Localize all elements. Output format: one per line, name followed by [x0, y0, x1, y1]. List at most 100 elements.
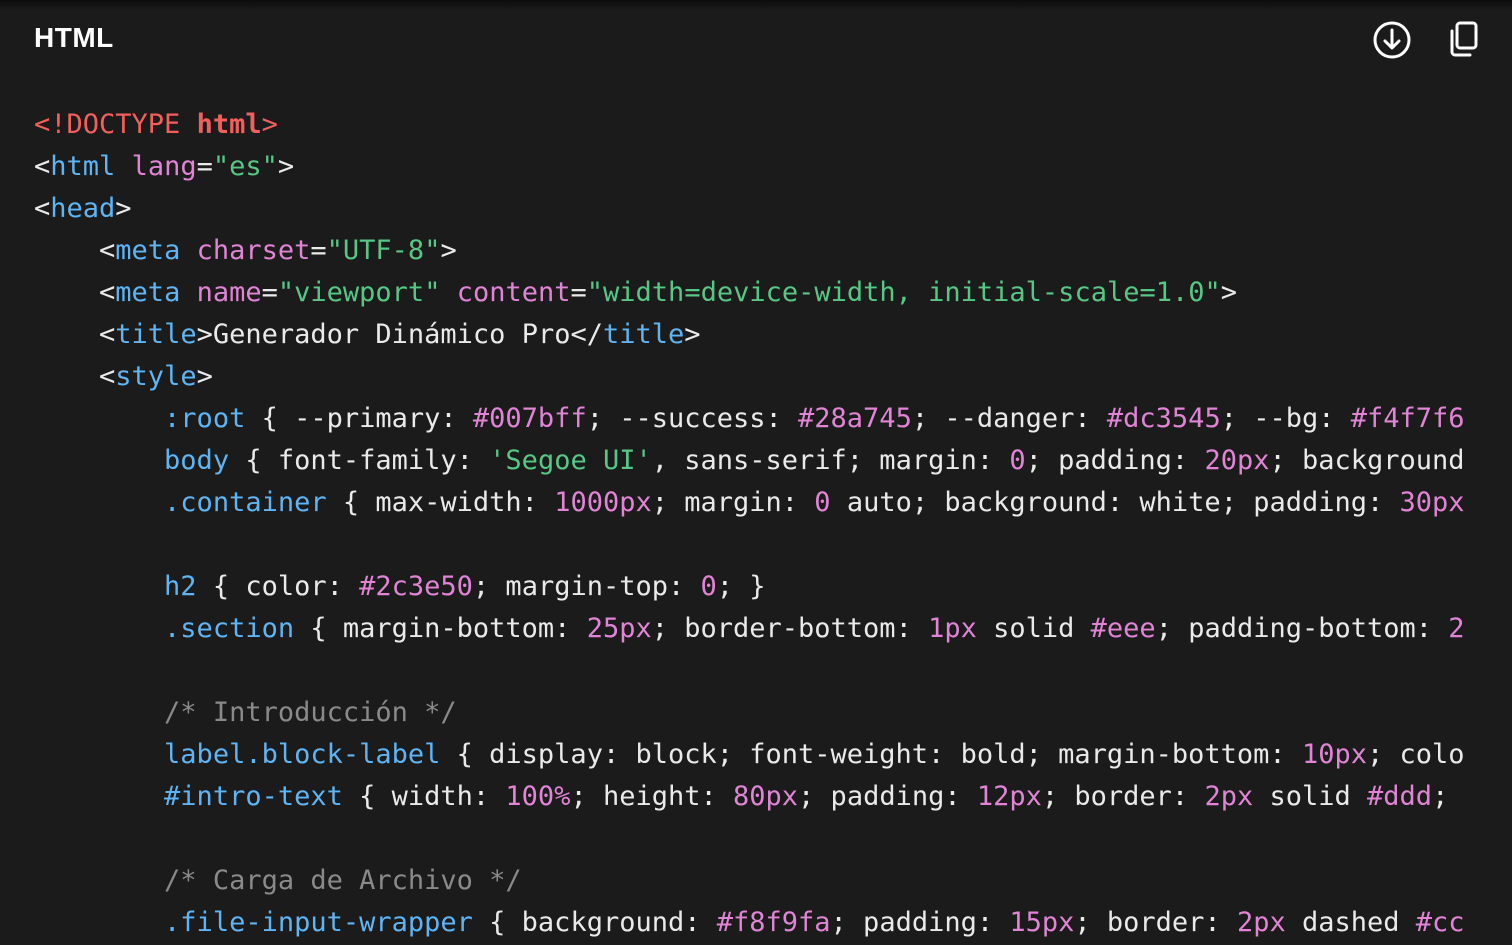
code-token-punct: <	[34, 151, 51, 182]
code-token-tag: html	[50, 151, 116, 182]
code-token-comment: /* Carga de Archivo */	[164, 865, 522, 896]
code-line: <style>	[34, 356, 1465, 398]
code-token-text: { width:	[342, 781, 506, 812]
code-token-number: 100%	[505, 781, 571, 812]
code-token-text: ; background	[1269, 445, 1465, 476]
code-token-attr: content	[456, 277, 571, 308]
code-token-text: { max-width:	[326, 487, 555, 518]
code-line: /* Carga de Archivo */	[34, 860, 1465, 902]
code-token-text: ; --success:	[586, 403, 799, 434]
code-line: .section { margin-bottom: 25px; border-b…	[34, 608, 1465, 650]
code-token-text: { color:	[196, 571, 360, 602]
code-token-attr: lang	[131, 151, 197, 182]
code-token-comment: /* Introducción */	[164, 697, 457, 728]
code-token-string: "width=device-width, initial-scale=1.0"	[586, 277, 1221, 308]
code-token-number: 80px	[733, 781, 799, 812]
code-token-text: dashed	[1285, 907, 1416, 938]
code-token-text: ; border-bottom:	[651, 613, 929, 644]
code-line: label.block-label { display: block; font…	[34, 734, 1465, 776]
code-token-punct: =	[570, 277, 587, 308]
code-token-number: 10px	[1301, 739, 1367, 770]
code-token-text: solid	[976, 613, 1091, 644]
code-token-punct: <	[34, 193, 51, 224]
code-token-selector: body	[164, 445, 230, 476]
code-token-text: solid	[1253, 781, 1368, 812]
code-token-text: ; padding:	[1025, 445, 1205, 476]
copy-button[interactable]	[1442, 18, 1486, 62]
code-token-number: #eee	[1090, 613, 1156, 644]
code-token-tag: meta	[115, 235, 181, 266]
code-line: h2 { color: #2c3e50; margin-top: 0; }	[34, 566, 1465, 608]
code-token-punct: >	[1220, 277, 1238, 308]
code-token-number: 2px	[1204, 781, 1254, 812]
code-line: <title>Generador Dinámico Pro</title>	[34, 314, 1465, 356]
code-token-selector: .section	[164, 613, 295, 644]
code-token-text: ; margin-top:	[472, 571, 701, 602]
code-token-text: { background:	[472, 907, 717, 938]
code-line: <head>	[34, 188, 1465, 230]
code-token-number: 0	[1009, 445, 1026, 476]
code-token-string: 'Segoe UI'	[489, 445, 652, 476]
code-line: <!DOCTYPE html>	[34, 104, 1465, 146]
code-token-punct: =	[310, 235, 327, 266]
code-token-text: { margin-bottom:	[294, 613, 587, 644]
code-token-attr: charset	[196, 235, 311, 266]
code-token-number: 2	[1448, 613, 1465, 644]
code-token-text: ; colo	[1366, 739, 1465, 770]
code-token-text: ; }	[716, 571, 766, 602]
language-label: HTML	[34, 22, 114, 53]
code-block-header: HTML	[0, 0, 1512, 80]
code-token-tag: title	[115, 319, 197, 350]
code-token-text: auto; background: white; padding:	[830, 487, 1400, 518]
code-token-number: #f8f9fa	[716, 907, 831, 938]
code-token-text: ; padding:	[830, 907, 1010, 938]
code-token-punct: >	[440, 235, 457, 266]
code-token-doctype: >	[261, 109, 278, 140]
code-token-selector: h2	[164, 571, 197, 602]
code-token-text: { font-family:	[229, 445, 490, 476]
code-token-text: ;	[1432, 781, 1449, 812]
code-token-number: #2c3e50	[359, 571, 473, 602]
code-token-punct: <	[99, 277, 116, 308]
code-token-selector: .container	[164, 487, 327, 518]
code-line: .container { max-width: 1000px; margin: …	[34, 482, 1465, 524]
code-token-tag: style	[115, 361, 197, 392]
code-line: .file-input-wrapper { background: #f8f9f…	[34, 902, 1465, 944]
code-token-string: "UTF-8"	[326, 235, 441, 266]
download-button[interactable]	[1370, 18, 1414, 62]
code-token-punct: >	[684, 319, 701, 350]
code-token-punct: <	[99, 361, 116, 392]
code-token-number: 30px	[1399, 487, 1465, 518]
code-token-punct: </	[570, 319, 603, 350]
code-token-punct: >	[115, 193, 132, 224]
code-token-number: 20px	[1204, 445, 1270, 476]
code-token-punct: <	[99, 235, 116, 266]
code-token-tag: meta	[115, 277, 181, 308]
code-token-punct: >	[277, 151, 295, 182]
code-token-number: 2px	[1236, 907, 1286, 938]
code-token-text: ; border:	[1041, 781, 1205, 812]
code-token-punct: =	[196, 151, 213, 182]
code-token-text: ; border:	[1074, 907, 1237, 938]
code-line: :root { --primary: #007bff; --success: #…	[34, 398, 1465, 440]
code-token-punct: =	[261, 277, 278, 308]
code-token-text: { display: block; font-weight: bold; mar…	[440, 739, 1302, 770]
code-line: <meta charset="UTF-8">	[34, 230, 1465, 272]
code-token-selector: label.block-label	[164, 739, 441, 770]
code-token-selector: #intro-text	[164, 781, 343, 812]
code-token-string: "viewport"	[277, 277, 441, 308]
